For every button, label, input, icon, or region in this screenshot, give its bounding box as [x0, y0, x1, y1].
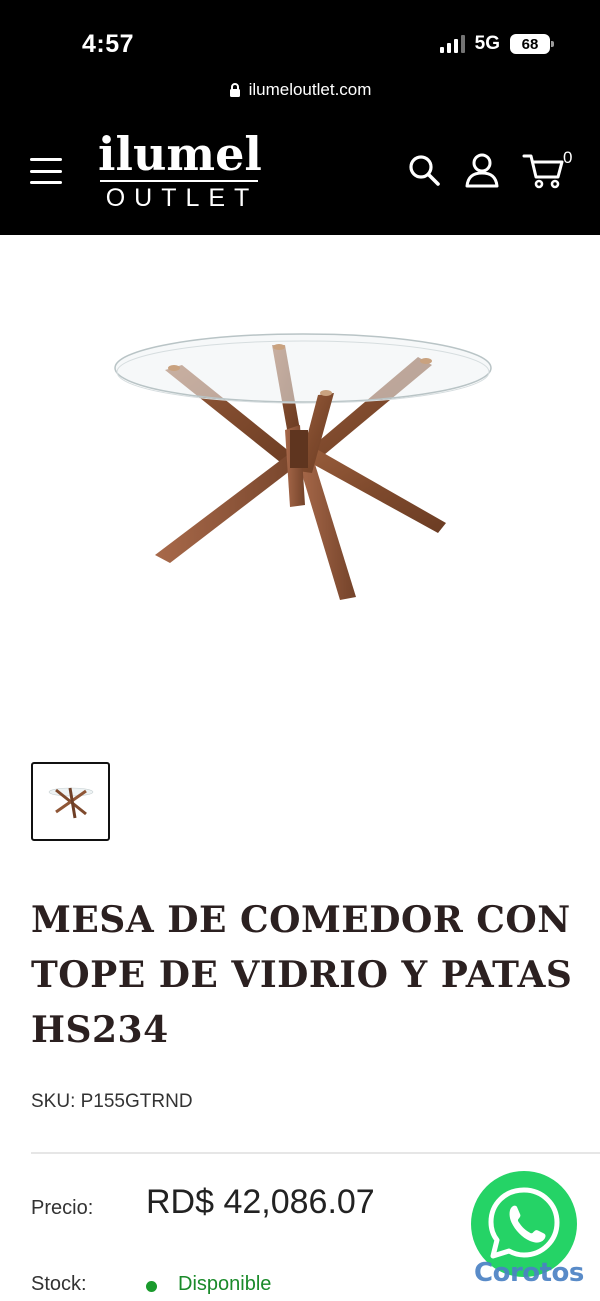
signal-icon: [439, 35, 465, 53]
search-icon[interactable]: [404, 150, 444, 190]
stock-status-dot: [146, 1281, 157, 1292]
stock-label: Stock:: [31, 1273, 87, 1295]
battery-level: 68: [521, 35, 539, 53]
cart-icon[interactable]: [522, 150, 566, 190]
thumbnail-image: [48, 787, 93, 818]
corotos-watermark: Corotos: [474, 1258, 584, 1288]
site-header: ilumel OUTLET 0: [0, 120, 600, 235]
logo-subtitle: OUTLET: [105, 184, 259, 212]
product-title: MESA DE COMEDOR CON TOPE DE VIDRIO Y PAT…: [31, 899, 573, 1051]
address-bar[interactable]: ilumeloutlet.com: [0, 80, 600, 100]
network-type: 5G: [474, 33, 500, 54]
product-price: RD$ 42,086.07: [146, 1183, 375, 1221]
user-icon[interactable]: [462, 150, 502, 190]
logo-wordmark: ilumel: [98, 127, 262, 181]
table-illustration: [114, 333, 492, 600]
lock-icon: [229, 83, 240, 97]
cart-count: 0: [563, 148, 573, 167]
product-image[interactable]: [0, 235, 600, 735]
top-bar: 4:57 5G 68 ilumeloutlet.com ilumel OUTLE…: [0, 0, 600, 235]
site-logo[interactable]: ilumel OUTLET: [98, 127, 262, 212]
status-indicators: 5G 68: [439, 33, 554, 55]
menu-icon[interactable]: [30, 158, 62, 184]
product-thumbnail[interactable]: [31, 762, 110, 841]
url-text: ilumeloutlet.com: [248, 80, 372, 99]
price-label: Precio:: [31, 1197, 94, 1219]
divider: [31, 1152, 600, 1154]
status-time: 4:57: [82, 30, 135, 58]
stock-value: Disponible: [178, 1273, 272, 1295]
product-sku: SKU: P155GTRND: [31, 1091, 193, 1112]
battery-icon: 68: [510, 34, 554, 54]
